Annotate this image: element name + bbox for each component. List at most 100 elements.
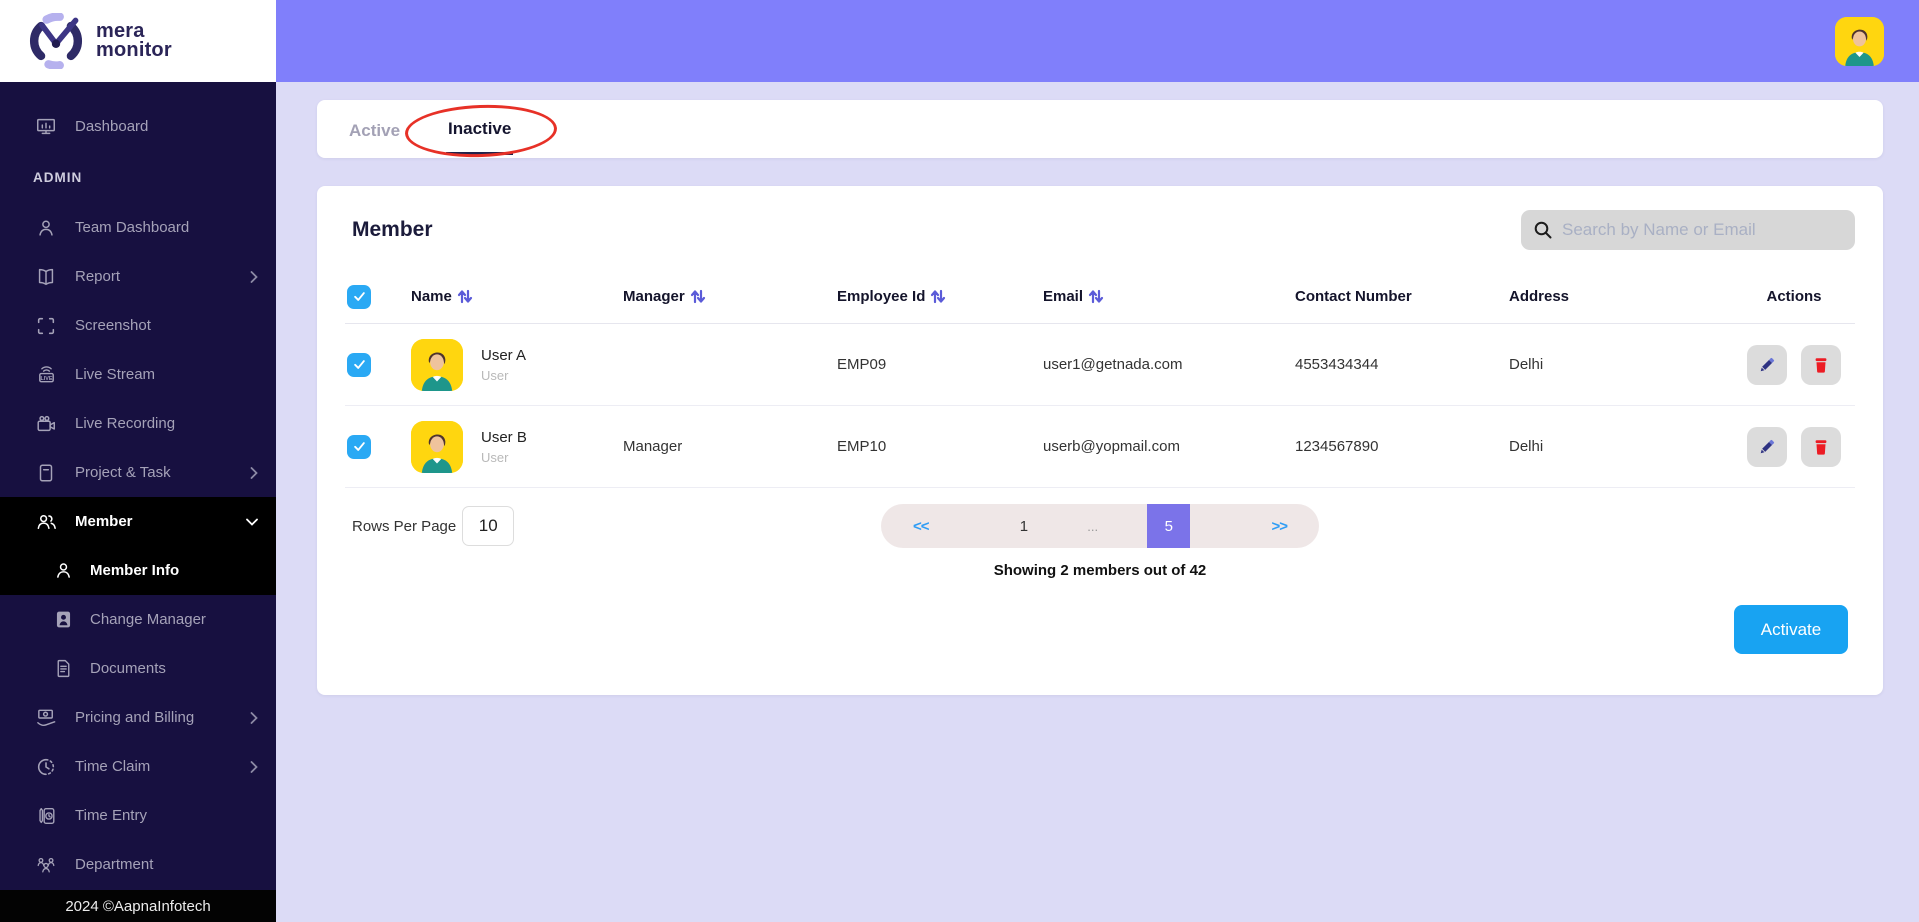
avatar [411,338,463,391]
sidebar-item-label: Live Stream [75,366,156,383]
rows-per-page-label: Rows Per Page [352,517,457,535]
sidebar-item-documents[interactable]: Documents [0,644,276,693]
sidebar-item-project-task[interactable]: Project & Task [0,448,276,497]
cell-email: user1@getnada.com [1043,356,1183,373]
sidebar-item-label: Live Recording [75,415,176,432]
cell-email: userb@yopmail.com [1043,438,1180,455]
column-header-address: Address [1509,288,1570,305]
chevron-down-icon [246,518,258,526]
copyright-footer: 2024 ©AapnaInfotech [0,890,276,922]
chevron-right-icon [246,711,258,724]
delete-button[interactable] [1801,426,1841,467]
sidebar-item-team-dashboard[interactable]: Team Dashboard [0,203,276,252]
column-header-name[interactable]: Name [411,288,623,305]
user-avatar-icon[interactable] [1835,16,1884,66]
sidebar-section-admin: ADMIN [33,169,83,185]
sidebar-item-label: Change Manager [90,611,206,628]
pencil-icon [1758,356,1776,374]
sort-icon[interactable] [690,289,706,304]
column-header-email[interactable]: Email [1043,288,1295,305]
sidebar-item-screenshot[interactable]: Screenshot [0,301,276,350]
next-page-button[interactable]: >> [1239,518,1319,535]
sidebar-item-live-recording[interactable]: Live Recording [0,399,276,448]
search-icon [1533,220,1553,240]
cell-employee-id: EMP10 [837,438,887,455]
activate-button[interactable]: Activate [1734,605,1848,654]
table-row: User A User EMP09 user1@getnada.com 4553… [345,324,1855,406]
avatar [411,420,463,473]
sidebar-item-label: Pricing and Billing [75,709,195,726]
member-role: User [481,449,509,465]
sidebar-item-time-claim[interactable]: Time Claim [0,742,276,791]
member-role: User [481,367,509,383]
sidebar-item-label: Report [75,268,121,285]
pagination-ellipsis: ... [1087,518,1099,534]
screenshot-icon [33,314,59,338]
chevron-right-icon [246,270,258,283]
edit-button[interactable] [1747,344,1787,385]
cell-contact: 1234567890 [1295,438,1379,455]
row-checkbox[interactable] [347,434,371,459]
tab-inactive[interactable]: Inactive [446,103,514,155]
sidebar-item-label: Member [75,513,133,530]
sidebar-item-dashboard[interactable]: Dashboard [0,102,276,151]
change-manager-icon [50,608,76,632]
sidebar-item-time-entry[interactable]: Time Entry [0,791,276,840]
tab-active[interactable]: Active [347,105,402,154]
column-header-actions: Actions [1766,288,1822,305]
time-entry-icon [33,804,59,828]
topbar [276,0,1919,82]
sidebar-item-change-manager[interactable]: Change Manager [0,595,276,644]
select-all-checkbox[interactable] [347,284,371,309]
search-input[interactable] [1562,220,1843,240]
sort-icon[interactable] [1088,289,1104,304]
svg-text:LIVE: LIVE [40,376,52,382]
tabs-bar: Active Inactive [317,100,1883,160]
documents-icon [50,657,76,681]
previous-page-button[interactable]: << [881,518,961,535]
table-header-row: Name Manager Employee Id Email Contact N… [345,270,1855,324]
mera-monitor-logo-icon [28,13,84,69]
column-header-manager[interactable]: Manager [623,288,837,305]
brand-logo[interactable]: mera monitor [0,0,276,82]
sidebar-item-pricing-and-billing[interactable]: Pricing and Billing [0,693,276,742]
sidebar-item-label: Project & Task [75,464,171,481]
chevron-right-icon [246,760,258,773]
sidebar: mera monitor Dashboard ADMIN Team Dashbo… [0,0,276,922]
member-name: User B [481,428,527,446]
member-name: User A [481,346,527,364]
project-task-icon [33,461,59,485]
sidebar-nav: Dashboard ADMIN Team Dashboard Report Sc… [0,82,276,890]
page-title: Member [352,218,433,241]
chevron-right-icon [246,466,258,479]
sidebar-item-label: Member Info [90,562,180,579]
sidebar-item-label: Documents [90,660,166,677]
main-content: Active Inactive Member Search by Name or… [276,82,1919,922]
row-checkbox[interactable] [347,352,371,377]
pricing-billing-icon [33,706,59,730]
live-stream-icon: LIVE [33,363,59,387]
results-summary: Showing 2 members out of 42 [993,562,1207,579]
time-claim-icon [33,755,59,779]
sidebar-item-label: Team Dashboard [75,219,190,236]
sidebar-item-label: Time Entry [75,807,147,824]
sidebar-item-report[interactable]: Report [0,252,276,301]
member-info-icon [50,559,76,583]
pagination-bar: << 1 ... 5 >> [881,504,1319,548]
sort-icon[interactable] [930,289,946,304]
sidebar-item-department[interactable]: Department [0,840,276,889]
sort-icon[interactable] [457,289,473,304]
member-icon [33,510,59,534]
edit-button[interactable] [1747,426,1787,467]
sidebar-item-live-stream[interactable]: LIVE Live Stream [0,350,276,399]
page-button-1[interactable]: 1 [1010,518,1038,535]
sidebar-item-member-info[interactable]: Member Info [0,546,276,595]
column-header-employee-id[interactable]: Employee Id [837,288,1043,305]
current-page-button[interactable]: 5 [1147,504,1191,548]
delete-button[interactable] [1801,344,1841,385]
cell-employee-id: EMP09 [837,356,887,373]
column-header-contact-number: Contact Number [1295,288,1412,305]
sidebar-item-member[interactable]: Member [0,497,276,546]
cell-contact: 4553434344 [1295,356,1379,373]
rows-per-page-input[interactable] [462,506,515,546]
